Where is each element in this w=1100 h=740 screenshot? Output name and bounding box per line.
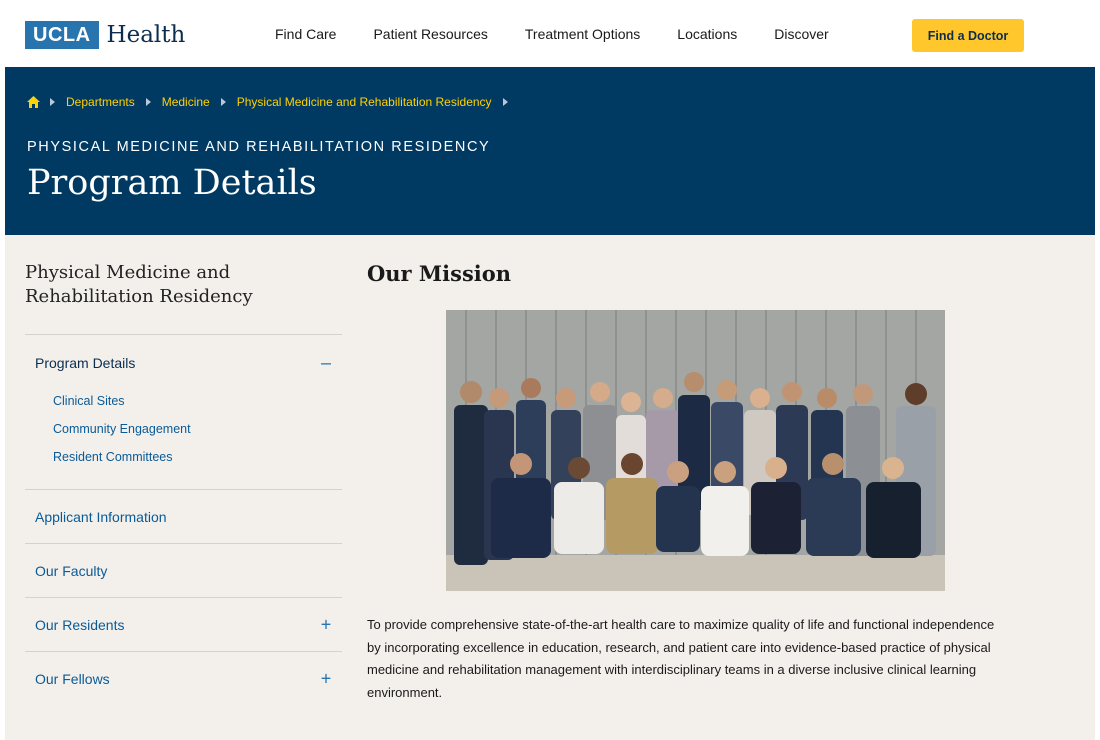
sidebar-item-label: Our Residents [35, 616, 125, 633]
sidebar-item-label: Applicant Information [35, 508, 167, 525]
breadcrumb-pmr-residency[interactable]: Physical Medicine and Rehabilitation Res… [237, 95, 492, 109]
page-title: Program Details [27, 163, 317, 203]
breadcrumb-medicine[interactable]: Medicine [162, 95, 210, 109]
find-a-doctor-button[interactable]: Find a Doctor [912, 19, 1024, 52]
caret-right-icon [502, 98, 508, 106]
sidebar-item-our-fellows[interactable]: Our Fellows + [25, 652, 342, 705]
breadcrumb-departments[interactable]: Departments [66, 95, 135, 109]
home-icon[interactable] [27, 96, 40, 108]
sidebar-item-our-faculty[interactable]: Our Faculty [25, 544, 342, 597]
logo-box: UCLA [25, 21, 99, 49]
logo-word: Health [106, 22, 186, 48]
sidebar-item-label: Our Fellows [35, 670, 110, 687]
nav-treatment-options[interactable]: Treatment Options [525, 26, 640, 42]
sidebar-subitem-clinical-sites[interactable]: Clinical Sites [53, 391, 342, 419]
sidebar-subitem-community-engagement[interactable]: Community Engagement [53, 419, 342, 447]
nav-locations[interactable]: Locations [677, 26, 737, 42]
mission-statement: To provide comprehensive state-of-the-ar… [367, 617, 995, 700]
nav-find-care[interactable]: Find Care [275, 26, 336, 42]
sidebar-item-applicant-information[interactable]: Applicant Information [25, 490, 342, 543]
sidebar-item-label: Our Faculty [35, 562, 108, 579]
caret-right-icon [50, 98, 55, 106]
section-heading: Our Mission [367, 261, 512, 286]
primary-nav: Find Care Patient Resources Treatment Op… [275, 26, 866, 42]
breadcrumb: Departments Medicine Physical Medicine a… [27, 95, 519, 109]
top-nav: UCLA Health Find Care Patient Resources … [5, 0, 1095, 67]
section-eyebrow: PHYSICAL MEDICINE AND REHABILITATION RES… [27, 139, 491, 155]
minus-icon[interactable]: – [318, 353, 334, 374]
sidebar-item-our-residents[interactable]: Our Residents + [25, 598, 342, 651]
sidebar-subitem-resident-committees[interactable]: Resident Committees [53, 447, 342, 475]
hero-banner: Departments Medicine Physical Medicine a… [5, 67, 1095, 235]
plus-icon[interactable]: + [318, 614, 334, 635]
sidebar-title: Physical Medicine and Rehabilitation Res… [25, 262, 253, 307]
page: UCLA Health Find Care Patient Resources … [5, 0, 1095, 740]
sidebar-nav: Program Details – Clinical Sites Communi… [25, 334, 342, 705]
sidebar-item-label: Program Details [35, 355, 136, 371]
ucla-health-logo[interactable]: UCLA Health [25, 20, 185, 50]
group-photo [446, 310, 945, 591]
sidebar-item-program-details[interactable]: Program Details – [25, 335, 342, 391]
nav-discover[interactable]: Discover [774, 26, 828, 42]
plus-icon[interactable]: + [318, 668, 334, 689]
sidebar-sublist: Clinical Sites Community Engagement Resi… [25, 391, 342, 489]
nav-patient-resources[interactable]: Patient Resources [373, 26, 487, 42]
group-photo-illustration [446, 310, 945, 591]
caret-right-icon [220, 98, 226, 106]
caret-right-icon [145, 98, 151, 106]
